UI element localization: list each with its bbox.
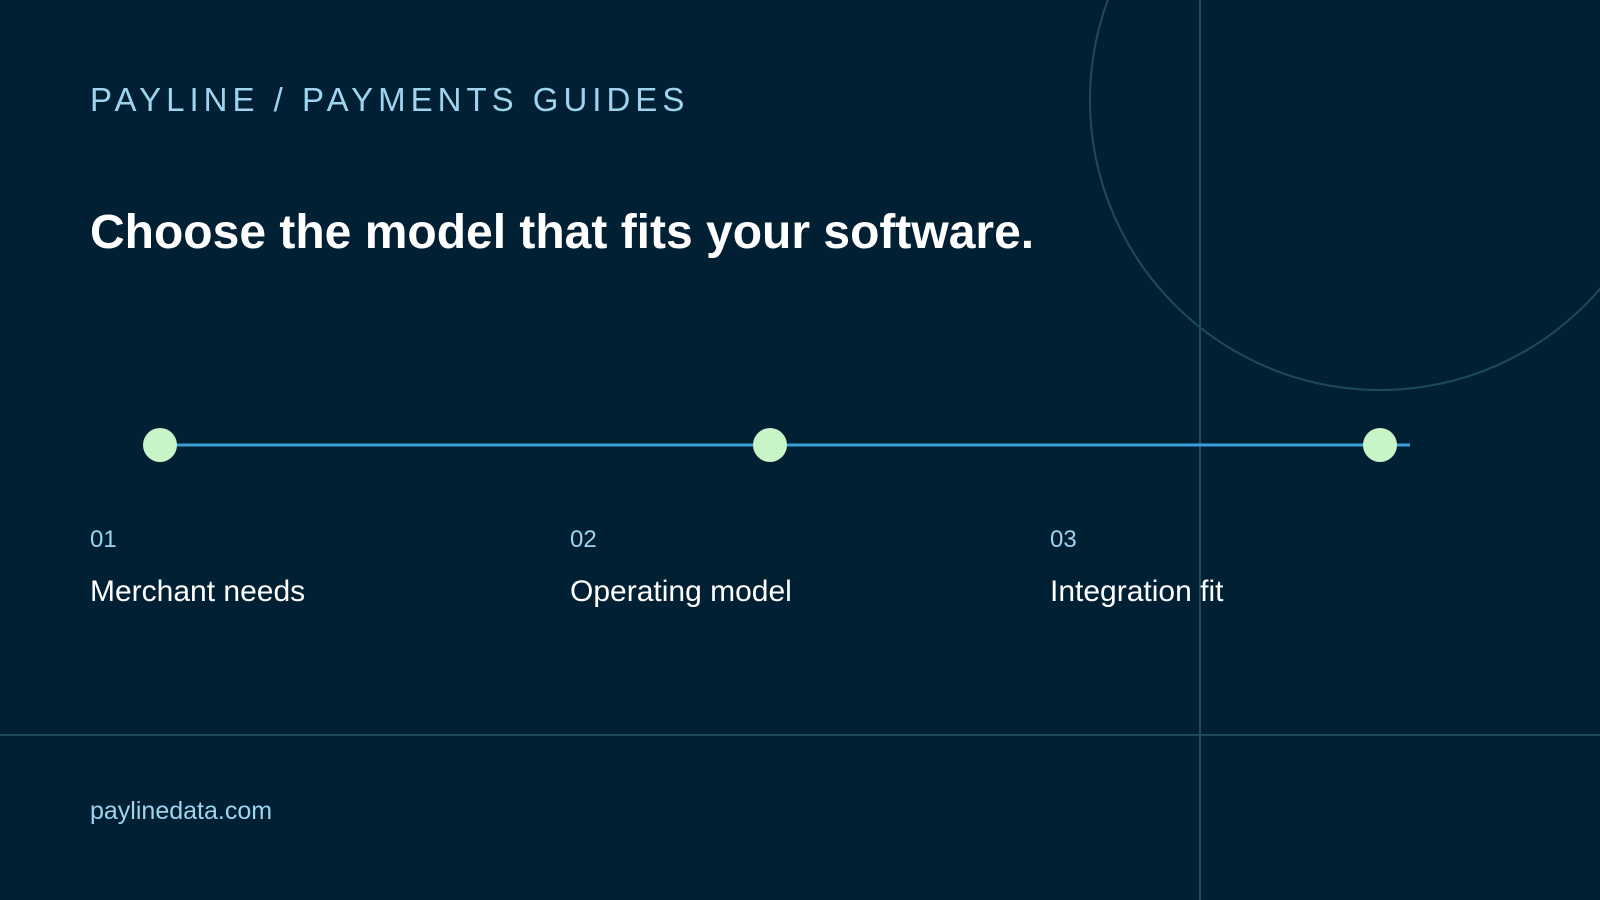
step-label: Integration fit [1050, 575, 1224, 608]
step-number: 01 [90, 526, 117, 553]
step-integration-fit: 03 Integration fit [1050, 528, 1223, 607]
footer-url: paylinedata.com [90, 797, 273, 825]
step-label: Merchant needs [90, 575, 306, 608]
timeline-node-1 [143, 428, 177, 462]
timeline-node-2 [753, 428, 787, 462]
step-number: 02 [570, 526, 597, 553]
step-operating-model: 02 Operating model [570, 528, 792, 607]
timeline-node-3 [1363, 428, 1397, 462]
step-label: Operating model [570, 575, 792, 608]
process-timeline [143, 428, 1410, 462]
step-merchant-needs: 01 Merchant needs [90, 528, 305, 607]
step-number: 03 [1050, 526, 1077, 553]
